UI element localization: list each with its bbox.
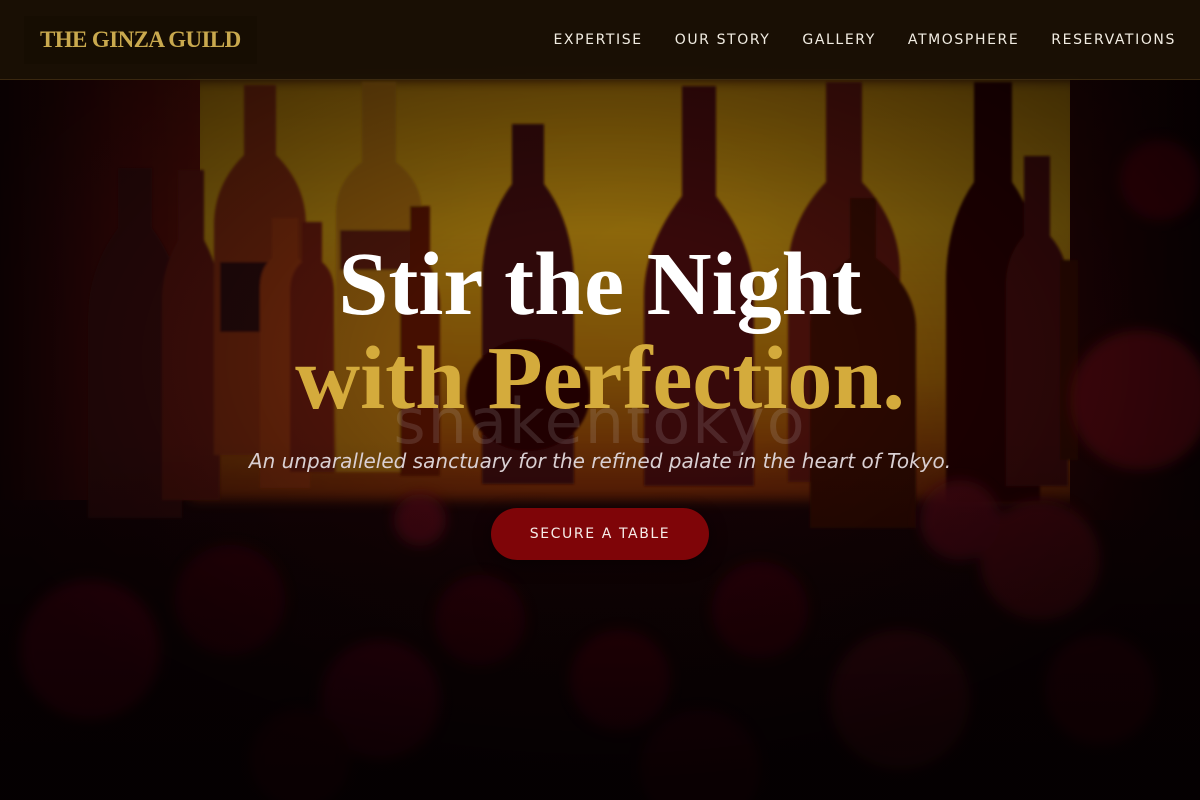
nav-link-atmosphere[interactable]: ATMOSPHERE bbox=[908, 32, 1019, 48]
headline-line-1: Stir the Night bbox=[338, 235, 862, 334]
nav-links: EXPERTISE OUR STORY GALLERY ATMOSPHERE R… bbox=[553, 0, 1176, 80]
nav-link-gallery[interactable]: GALLERY bbox=[802, 32, 875, 48]
nav-link-reservations[interactable]: RESERVATIONS bbox=[1051, 32, 1176, 48]
hero-headline: Stir the Night with Perfection. bbox=[0, 238, 1200, 426]
secure-table-button[interactable]: SECURE A TABLE bbox=[491, 508, 709, 560]
nav-link-our-story[interactable]: OUR STORY bbox=[675, 32, 771, 48]
top-navbar: THE GINZA GUILD EXPERTISE OUR STORY GALL… bbox=[0, 0, 1200, 80]
headline-line-2: with Perfection. bbox=[295, 329, 905, 428]
hero-tagline: An unparalleled sanctuary for the refine… bbox=[248, 449, 952, 473]
brand-logo[interactable]: THE GINZA GUILD bbox=[24, 16, 257, 64]
nav-link-expertise[interactable]: EXPERTISE bbox=[553, 32, 642, 48]
